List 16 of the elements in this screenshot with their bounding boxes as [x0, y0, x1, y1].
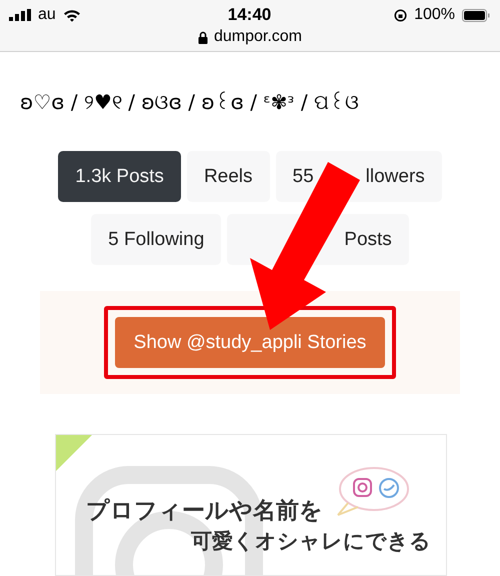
clock-time: 14:40 [228, 5, 272, 25]
battery-percent: 100% [414, 6, 455, 24]
profile-tab[interactable]: 1.3k Posts [58, 151, 181, 202]
banner-headline: プロフィールや名前を [86, 496, 323, 525]
profile-tab[interactable]: 5 Following [91, 214, 222, 265]
carrier-name: au [38, 6, 56, 24]
wifi-icon [62, 8, 81, 22]
address-url[interactable]: dumpor.com [214, 28, 302, 46]
lock-icon [198, 30, 208, 44]
corner-triangle-icon [56, 435, 92, 471]
profile-bio: ʚ♡ɞ / ୨♥୧ / ʚଓɞ / ʚ꒰ɞ / ᵋ✾ᵌ / ପ꒰ଓ [19, 89, 360, 116]
banner-subheadline: 可愛くオシャレにできる [191, 529, 431, 555]
signal-icon [9, 9, 31, 21]
rotation-lock-icon [394, 8, 408, 22]
profile-tab[interactable]: Reels [186, 151, 270, 202]
battery-icon [462, 8, 490, 22]
